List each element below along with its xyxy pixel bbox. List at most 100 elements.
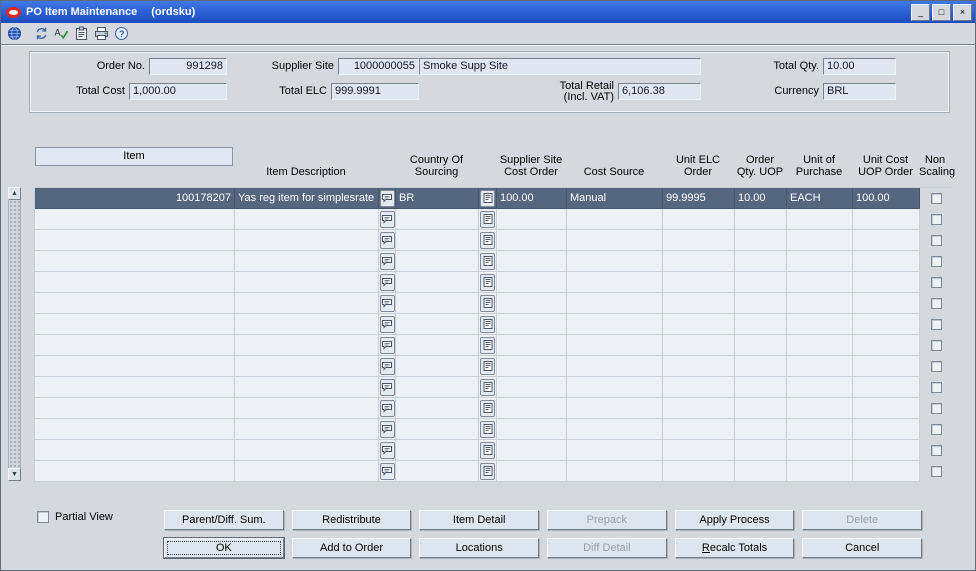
- cell-item_description[interactable]: [235, 419, 379, 440]
- comments-icon[interactable]: [379, 294, 395, 312]
- cancel-button[interactable]: Cancel: [802, 538, 923, 558]
- cell-order_qty_uop[interactable]: [735, 398, 787, 419]
- total-qty-field[interactable]: 10.00: [823, 58, 896, 75]
- cell-unit_elc_order[interactable]: [663, 377, 735, 398]
- item-column-header[interactable]: Item: [35, 147, 233, 166]
- table-row[interactable]: [35, 230, 952, 251]
- parent-diff-sum-button[interactable]: Parent/Diff. Sum.: [164, 510, 284, 530]
- cell-cost_source[interactable]: [567, 440, 663, 461]
- cell-item_description[interactable]: [235, 293, 379, 314]
- cell-supplier_site_cost_order[interactable]: [497, 251, 567, 272]
- cell-unit_of_purchase[interactable]: [787, 251, 853, 272]
- cell-unit_elc_order[interactable]: [663, 335, 735, 356]
- cell-unit_cost_uop_order[interactable]: [853, 377, 920, 398]
- notes-icon[interactable]: [480, 294, 495, 312]
- cell-cost_source[interactable]: [567, 356, 663, 377]
- notes-icon[interactable]: [480, 315, 495, 333]
- cell-order_qty_uop[interactable]: [735, 356, 787, 377]
- cell-cost_source[interactable]: [567, 272, 663, 293]
- cell-supplier_site_cost_order[interactable]: [497, 293, 567, 314]
- cell-unit_cost_uop_order[interactable]: [853, 314, 920, 335]
- cell-supplier_site_cost_order[interactable]: [497, 440, 567, 461]
- comments-icon[interactable]: [379, 315, 395, 333]
- supplier-site-name-field[interactable]: Smoke Supp Site: [419, 58, 701, 75]
- cell-item[interactable]: [35, 419, 235, 440]
- cell-cost_source[interactable]: [567, 230, 663, 251]
- cell-country_of_sourcing[interactable]: [396, 272, 479, 293]
- cell-item_description[interactable]: [235, 251, 379, 272]
- cell-item[interactable]: [35, 293, 235, 314]
- cell-country_of_sourcing[interactable]: BR: [396, 188, 479, 209]
- cell-unit_of_purchase[interactable]: [787, 209, 853, 230]
- cell-item_description[interactable]: [235, 230, 379, 251]
- cell-supplier_site_cost_order[interactable]: [497, 314, 567, 335]
- scroll-up-icon[interactable]: ▲: [8, 187, 21, 200]
- ok-button[interactable]: OK: [164, 538, 284, 558]
- cell-supplier_site_cost_order[interactable]: [497, 398, 567, 419]
- cell-item_description[interactable]: Yas reg item for simplesrate: [235, 188, 379, 209]
- comments-icon[interactable]: [379, 357, 395, 375]
- record-scrollbar[interactable]: ▲ ▼: [8, 187, 21, 481]
- notes-icon[interactable]: [480, 399, 495, 417]
- cell-order_qty_uop[interactable]: [735, 230, 787, 251]
- cell-country_of_sourcing[interactable]: [396, 398, 479, 419]
- cell-order_qty_uop[interactable]: [735, 461, 787, 482]
- cell-item[interactable]: [35, 377, 235, 398]
- non-scaling-checkbox[interactable]: [930, 298, 942, 309]
- non-scaling-checkbox[interactable]: [930, 214, 942, 225]
- cell-item[interactable]: [35, 272, 235, 293]
- cell-item_description[interactable]: [235, 209, 379, 230]
- cell-cost_source[interactable]: [567, 377, 663, 398]
- table-row[interactable]: [35, 251, 952, 272]
- cell-unit_of_purchase[interactable]: [787, 356, 853, 377]
- cell-unit_elc_order[interactable]: [663, 461, 735, 482]
- cell-unit_elc_order[interactable]: [663, 209, 735, 230]
- non-scaling-checkbox[interactable]: [930, 277, 942, 288]
- cell-unit_of_purchase[interactable]: [787, 314, 853, 335]
- cell-cost_source[interactable]: [567, 461, 663, 482]
- non-scaling-checkbox[interactable]: [930, 382, 942, 393]
- cell-order_qty_uop[interactable]: [735, 314, 787, 335]
- cell-supplier_site_cost_order[interactable]: [497, 419, 567, 440]
- cell-order_qty_uop[interactable]: [735, 335, 787, 356]
- cell-item[interactable]: [35, 335, 235, 356]
- table-row[interactable]: [35, 335, 952, 356]
- table-row[interactable]: [35, 419, 952, 440]
- cell-order_qty_uop[interactable]: [735, 377, 787, 398]
- table-row[interactable]: [35, 209, 952, 230]
- globe-icon[interactable]: [4, 24, 24, 43]
- comments-icon[interactable]: [379, 378, 395, 396]
- locations-button[interactable]: Locations: [419, 538, 540, 558]
- cell-country_of_sourcing[interactable]: [396, 356, 479, 377]
- item-detail-button[interactable]: Item Detail: [419, 510, 540, 530]
- cell-unit_elc_order[interactable]: [663, 398, 735, 419]
- cell-unit_cost_uop_order[interactable]: 100.00: [853, 188, 920, 209]
- total-cost-field[interactable]: 1,000.00: [129, 83, 227, 100]
- partial-view-checkbox[interactable]: [37, 511, 49, 523]
- cell-item[interactable]: [35, 314, 235, 335]
- table-row[interactable]: [35, 440, 952, 461]
- cell-unit_cost_uop_order[interactable]: [853, 398, 920, 419]
- cell-item[interactable]: [35, 230, 235, 251]
- spellcheck-icon[interactable]: A: [51, 24, 71, 43]
- cell-supplier_site_cost_order[interactable]: [497, 230, 567, 251]
- cell-country_of_sourcing[interactable]: [396, 251, 479, 272]
- scroll-down-icon[interactable]: ▼: [8, 468, 21, 481]
- supplier-site-id-field[interactable]: 1000000055: [338, 58, 419, 75]
- cell-item_description[interactable]: [235, 398, 379, 419]
- notes-icon[interactable]: [480, 462, 495, 480]
- cell-unit_of_purchase[interactable]: [787, 440, 853, 461]
- comments-icon[interactable]: [379, 231, 395, 249]
- cell-unit_elc_order[interactable]: [663, 230, 735, 251]
- cell-item[interactable]: [35, 356, 235, 377]
- cell-unit_cost_uop_order[interactable]: [853, 356, 920, 377]
- clipboard-icon[interactable]: [71, 24, 91, 43]
- cell-country_of_sourcing[interactable]: [396, 335, 479, 356]
- add-to-order-button[interactable]: Add to Order: [291, 538, 412, 558]
- cell-order_qty_uop[interactable]: [735, 272, 787, 293]
- cell-country_of_sourcing[interactable]: [396, 230, 479, 251]
- notes-icon[interactable]: [480, 441, 495, 459]
- recalc-totals-button[interactable]: Recalc Totals: [674, 538, 795, 558]
- cell-order_qty_uop[interactable]: [735, 251, 787, 272]
- cell-country_of_sourcing[interactable]: [396, 377, 479, 398]
